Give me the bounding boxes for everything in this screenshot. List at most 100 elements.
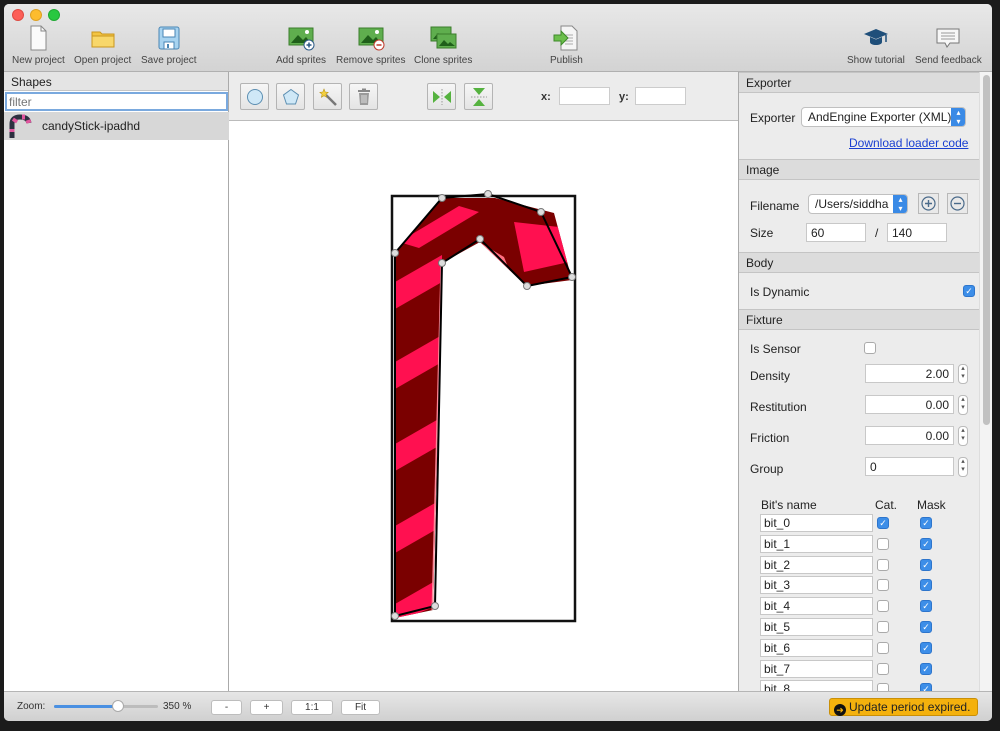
flip-horizontal-button[interactable]: [427, 83, 456, 110]
bit-name-input[interactable]: [760, 659, 873, 678]
remove-sprites-button[interactable]: Remove sprites: [336, 24, 405, 66]
x-coordinate-input[interactable]: [559, 87, 610, 105]
add-image-button[interactable]: [918, 193, 939, 214]
y-coordinate-input[interactable]: [635, 87, 686, 105]
is-sensor-checkbox[interactable]: [864, 342, 876, 354]
minus-circle-icon: [950, 196, 965, 211]
bit-name-input[interactable]: [760, 576, 873, 595]
zoom-fit-button[interactable]: Fit: [341, 700, 380, 715]
bit-name-input[interactable]: [760, 680, 873, 691]
zoom-slider-knob[interactable]: [112, 700, 125, 712]
vertex-handle[interactable]: [568, 273, 576, 281]
bit-name-input[interactable]: [760, 597, 873, 616]
filename-select[interactable]: /Users/siddha ▴ ▾: [808, 194, 908, 214]
x-label: x:: [541, 91, 551, 103]
bit-mask-checkbox[interactable]: ✓: [920, 517, 932, 529]
scrollbar-thumb[interactable]: [983, 75, 990, 425]
properties-scrollbar[interactable]: [979, 72, 992, 691]
vertex-handle[interactable]: [391, 612, 399, 620]
download-loader-code-link[interactable]: Download loader code: [849, 136, 968, 150]
bit-category-checkbox[interactable]: [877, 621, 889, 633]
trash-icon: [357, 88, 370, 105]
bit-mask-checkbox[interactable]: ✓: [920, 537, 932, 550]
bit-category-checkbox[interactable]: [877, 537, 889, 550]
bit-category-checkbox[interactable]: ✓: [877, 517, 889, 529]
bit-mask-checkbox[interactable]: ✓: [920, 662, 932, 675]
vertex-handle[interactable]: [431, 602, 439, 610]
clone-sprites-button[interactable]: Clone sprites: [414, 24, 472, 66]
zoom-in-button[interactable]: +: [250, 700, 283, 715]
sprite-canvas[interactable]: [229, 122, 738, 691]
restitution-input[interactable]: [865, 395, 954, 414]
body-section-header: Body: [739, 252, 979, 273]
vertex-handle[interactable]: [537, 208, 545, 216]
bits-cat-header: Cat.: [875, 498, 898, 512]
bit-mask-checkbox[interactable]: ✓: [920, 683, 932, 691]
size-height-input[interactable]: [887, 223, 947, 242]
group-stepper[interactable]: ▴ ▾: [958, 457, 968, 477]
exporter-select[interactable]: AndEngine Exporter (XML) ▴ ▾: [801, 107, 966, 127]
bit-category-checkbox[interactable]: [877, 600, 889, 613]
bit-mask-checkbox[interactable]: ✓: [920, 621, 932, 633]
vertex-handle[interactable]: [523, 282, 531, 290]
select-arrows-icon: ▴ ▾: [893, 195, 907, 213]
flip-vertical-icon: [470, 87, 487, 106]
bit-mask-checkbox[interactable]: ✓: [920, 579, 932, 592]
delete-tool-button[interactable]: [349, 83, 378, 110]
restitution-stepper[interactable]: ▴ ▾: [958, 395, 968, 415]
save-project-button[interactable]: Save project: [141, 24, 197, 66]
shape-list-item[interactable]: candyStick-ipadhd: [4, 112, 229, 140]
shapes-panel-title: Shapes: [4, 72, 228, 91]
open-project-button[interactable]: Open project: [74, 24, 131, 66]
zoom-actual-size-button[interactable]: 1:1: [291, 700, 333, 715]
exporter-select-value: AndEngine Exporter (XML): [808, 110, 952, 124]
bit-name-input[interactable]: [760, 638, 873, 657]
size-width-input[interactable]: [806, 223, 866, 242]
zoom-out-button[interactable]: -: [211, 700, 242, 715]
vertex-handle[interactable]: [391, 249, 399, 257]
bit-mask-checkbox[interactable]: ✓: [920, 558, 932, 571]
new-project-button[interactable]: New project: [12, 24, 65, 66]
bit-name-input[interactable]: [760, 534, 873, 553]
bit-category-checkbox[interactable]: [877, 558, 889, 571]
vertex-handle[interactable]: [438, 259, 446, 267]
friction-input[interactable]: [865, 426, 954, 445]
send-feedback-button[interactable]: Send feedback: [915, 24, 982, 66]
zoom-window-button[interactable]: [48, 9, 60, 21]
editor-toolbar: x: y:: [229, 72, 738, 121]
add-sprites-button[interactable]: Add sprites: [276, 24, 326, 66]
publish-button[interactable]: Publish: [550, 24, 583, 66]
vertex-handle[interactable]: [438, 194, 446, 202]
polygon-tool-button[interactable]: [276, 83, 305, 110]
vertex-handle[interactable]: [476, 235, 484, 243]
is-sensor-label: Is Sensor: [750, 342, 801, 356]
size-separator: /: [875, 226, 879, 240]
remove-image-button[interactable]: [947, 193, 968, 214]
update-expired-button[interactable]: ➜ Update period expired.: [829, 698, 978, 716]
density-stepper[interactable]: ▴ ▾: [958, 364, 968, 384]
vertex-handle[interactable]: [484, 190, 492, 198]
filter-input[interactable]: [5, 92, 228, 111]
flip-vertical-button[interactable]: [464, 83, 493, 110]
speech-bubble-icon: [936, 28, 960, 48]
bit-name-input[interactable]: [760, 514, 873, 532]
circle-tool-button[interactable]: [240, 83, 269, 110]
is-dynamic-checkbox[interactable]: ✓: [963, 285, 975, 297]
bit-category-checkbox[interactable]: [877, 683, 889, 691]
minimize-window-button[interactable]: [30, 9, 42, 21]
bit-category-checkbox[interactable]: [877, 662, 889, 675]
close-window-button[interactable]: [12, 9, 24, 21]
show-tutorial-button[interactable]: Show tutorial: [847, 24, 905, 66]
group-input[interactable]: [865, 457, 954, 476]
bit-category-checkbox[interactable]: [877, 579, 889, 592]
density-input[interactable]: [865, 364, 954, 383]
bit-mask-checkbox[interactable]: ✓: [920, 641, 932, 654]
friction-stepper[interactable]: ▴ ▾: [958, 426, 968, 446]
bit-name-input[interactable]: [760, 555, 873, 574]
bit-category-checkbox[interactable]: [877, 641, 889, 654]
pentagon-icon: [282, 88, 299, 104]
bit-name-input[interactable]: [760, 618, 873, 636]
bit-mask-checkbox[interactable]: ✓: [920, 600, 932, 613]
zoom-slider[interactable]: [54, 700, 158, 712]
magic-wand-tool-button[interactable]: [313, 83, 342, 110]
